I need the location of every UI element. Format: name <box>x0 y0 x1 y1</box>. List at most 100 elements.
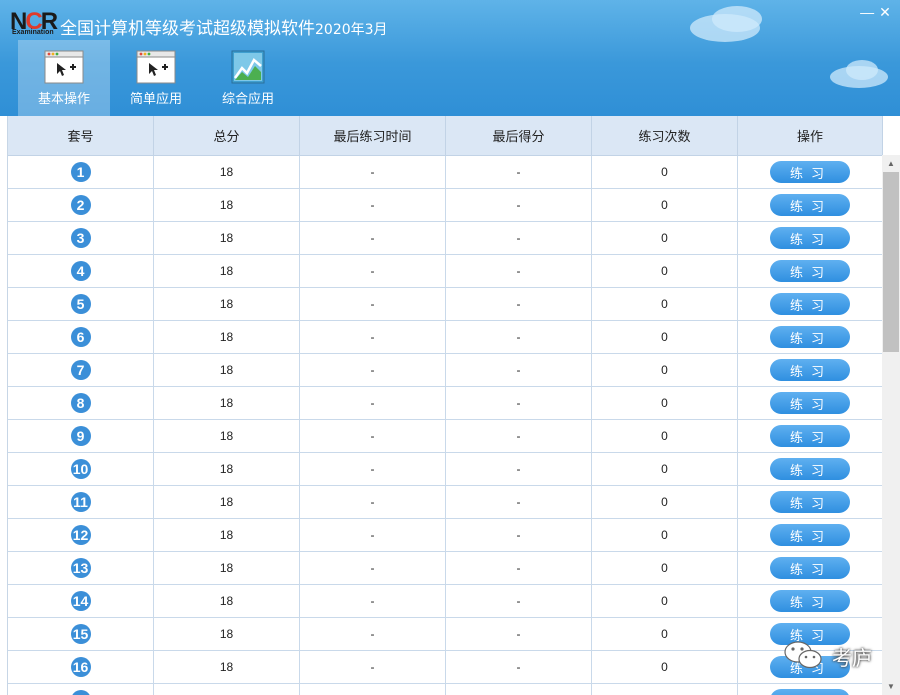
last-practice-time-cell-value: - <box>370 198 375 212</box>
last-score-cell-value: - <box>516 462 521 476</box>
last-score-cell-value: - <box>516 396 521 410</box>
last-practice-time-cell: - <box>300 189 446 221</box>
practice-button[interactable]: 练习 <box>770 359 850 381</box>
set-number-cell: 11 <box>8 486 154 518</box>
app-version: 2020年3月 <box>315 22 388 38</box>
set-number-cell: 15 <box>8 618 154 650</box>
tab-simple-application[interactable]: 简单应用 <box>110 40 202 116</box>
set-number-cell: 6 <box>8 321 154 353</box>
practice-button[interactable]: 练习 <box>770 392 850 414</box>
last-practice-time-cell-value: - <box>370 594 375 608</box>
last-practice-time-cell: - <box>300 420 446 452</box>
exam-set-table: 套号 总分 最后练习时间 最后得分 练习次数 操作 1 18- -0 练习 2 18- -0… <box>7 116 883 695</box>
table-row: 16 18- -0 练习 <box>8 651 883 684</box>
practice-button[interactable]: 练习 <box>770 293 850 315</box>
practice-button[interactable]: 练习 <box>770 557 850 579</box>
practice-button[interactable]: 练习 <box>770 260 850 282</box>
table-row: 8 18 - - 0 练习 <box>8 387 883 420</box>
comprehensive-app-icon <box>231 50 265 84</box>
practice-count-cell: 0 <box>592 420 738 452</box>
tab-basic-operation[interactable]: 基本操作 <box>18 40 110 116</box>
table-row: 15 18- -0 练习 <box>8 618 883 651</box>
practice-button[interactable]: 练习 <box>770 326 850 348</box>
total-score-cell: 18 <box>154 420 300 452</box>
practice-count-cell: 0 <box>592 288 738 320</box>
action-cell: 练习 <box>738 453 883 485</box>
table-row: 9 18 - - 0 练习 <box>8 420 883 453</box>
practice-count-cell-value: 0 <box>661 231 668 245</box>
table-row: 1 18 - - 0 练习 <box>8 156 883 189</box>
set-number-cell: 2 <box>8 189 154 221</box>
last-score-cell: - <box>446 321 592 353</box>
last-practice-time-cell: - <box>300 354 446 386</box>
practice-button[interactable]: 练习 <box>770 425 850 447</box>
practice-count-cell: 0 <box>592 387 738 419</box>
practice-count-cell-value: 0 <box>661 396 668 410</box>
total-score-cell: 18 <box>154 288 300 320</box>
scroll-down-arrow-icon[interactable]: ▼ <box>882 678 900 695</box>
last-score-cell: - <box>446 156 592 188</box>
last-score-cell: - <box>446 222 592 254</box>
practice-button[interactable]: 练习 <box>770 458 850 480</box>
last-score-cell-value: - <box>516 165 521 179</box>
practice-count-cell-value: 0 <box>661 429 668 443</box>
last-score-cell-value: - <box>516 594 521 608</box>
window-controls: — ✕ <box>860 4 892 21</box>
practice-button[interactable]: 练习 <box>770 491 850 513</box>
last-score-cell: - <box>446 519 592 551</box>
total-score-cell-value: 18 <box>219 396 234 410</box>
table-row: 3 18 - - 0 练习 <box>8 222 883 255</box>
basic-operation-icon <box>44 50 84 84</box>
set-number-cell: 4 <box>8 255 154 287</box>
last-score-cell: - <box>446 585 592 617</box>
practice-button[interactable] <box>770 689 850 695</box>
last-score-cell-value: - <box>516 231 521 245</box>
close-button[interactable]: ✕ <box>878 4 892 21</box>
total-score-cell-value: 18 <box>219 231 234 245</box>
last-score-cell-value: - <box>516 561 521 575</box>
minimize-button[interactable]: — <box>860 4 874 20</box>
last-practice-time-cell: - <box>300 222 446 254</box>
last-score-cell: - <box>446 552 592 584</box>
last-practice-time-cell-value: - <box>370 528 375 542</box>
last-practice-time-cell: - <box>300 156 446 188</box>
toolbar: 基本操作 简单应用 综合应用 <box>18 40 294 116</box>
practice-button[interactable]: 练习 <box>770 161 850 183</box>
total-score-cell: 18 <box>154 156 300 188</box>
last-practice-time-cell-value: - <box>370 495 375 509</box>
total-score-cell: 18 <box>154 189 300 221</box>
last-score-cell-value: - <box>516 429 521 443</box>
last-score-cell-value: - <box>516 363 521 377</box>
practice-count-cell-value: 0 <box>661 594 668 608</box>
total-score-cell-value: 18 <box>219 495 234 509</box>
practice-button[interactable]: 练习 <box>770 524 850 546</box>
app-logo: NCR Examination <box>10 8 58 36</box>
set-number-badge: 2 <box>70 195 91 215</box>
practice-count-cell-value: 0 <box>661 264 668 278</box>
tab-comprehensive-application[interactable]: 综合应用 <box>202 40 294 116</box>
vertical-scrollbar[interactable]: ▲ ▼ <box>882 155 900 695</box>
last-practice-time-cell: - <box>300 552 446 584</box>
last-practice-time-cell: - <box>300 453 446 485</box>
column-header-action: 操作 <box>738 116 883 155</box>
practice-button[interactable]: 练习 <box>770 194 850 216</box>
action-cell: 练习 <box>738 519 883 551</box>
action-cell: 练习 <box>738 321 883 353</box>
total-score-cell-value: 18 <box>219 462 234 476</box>
scroll-up-arrow-icon[interactable]: ▲ <box>882 155 900 172</box>
set-number-badge: 4 <box>70 261 91 281</box>
total-score-cell: 18 <box>154 552 300 584</box>
set-number-badge: 7 <box>70 360 91 380</box>
practice-button[interactable]: 练习 <box>770 227 850 249</box>
last-practice-time-cell-value: - <box>370 363 375 377</box>
scrollbar-thumb[interactable] <box>883 172 899 352</box>
total-score-cell-value: 18 <box>219 297 234 311</box>
table-row: 12 18 - - 0 练习 <box>8 519 883 552</box>
action-cell: 练习 <box>738 156 883 188</box>
practice-button[interactable]: 练习 <box>770 590 850 612</box>
set-number-cell: 12 <box>8 519 154 551</box>
last-practice-time-cell-value: - <box>370 264 375 278</box>
set-number-cell: 14 <box>8 585 154 617</box>
set-number-badge: 12 <box>70 525 91 545</box>
total-score-cell-value: 18 <box>219 330 234 344</box>
